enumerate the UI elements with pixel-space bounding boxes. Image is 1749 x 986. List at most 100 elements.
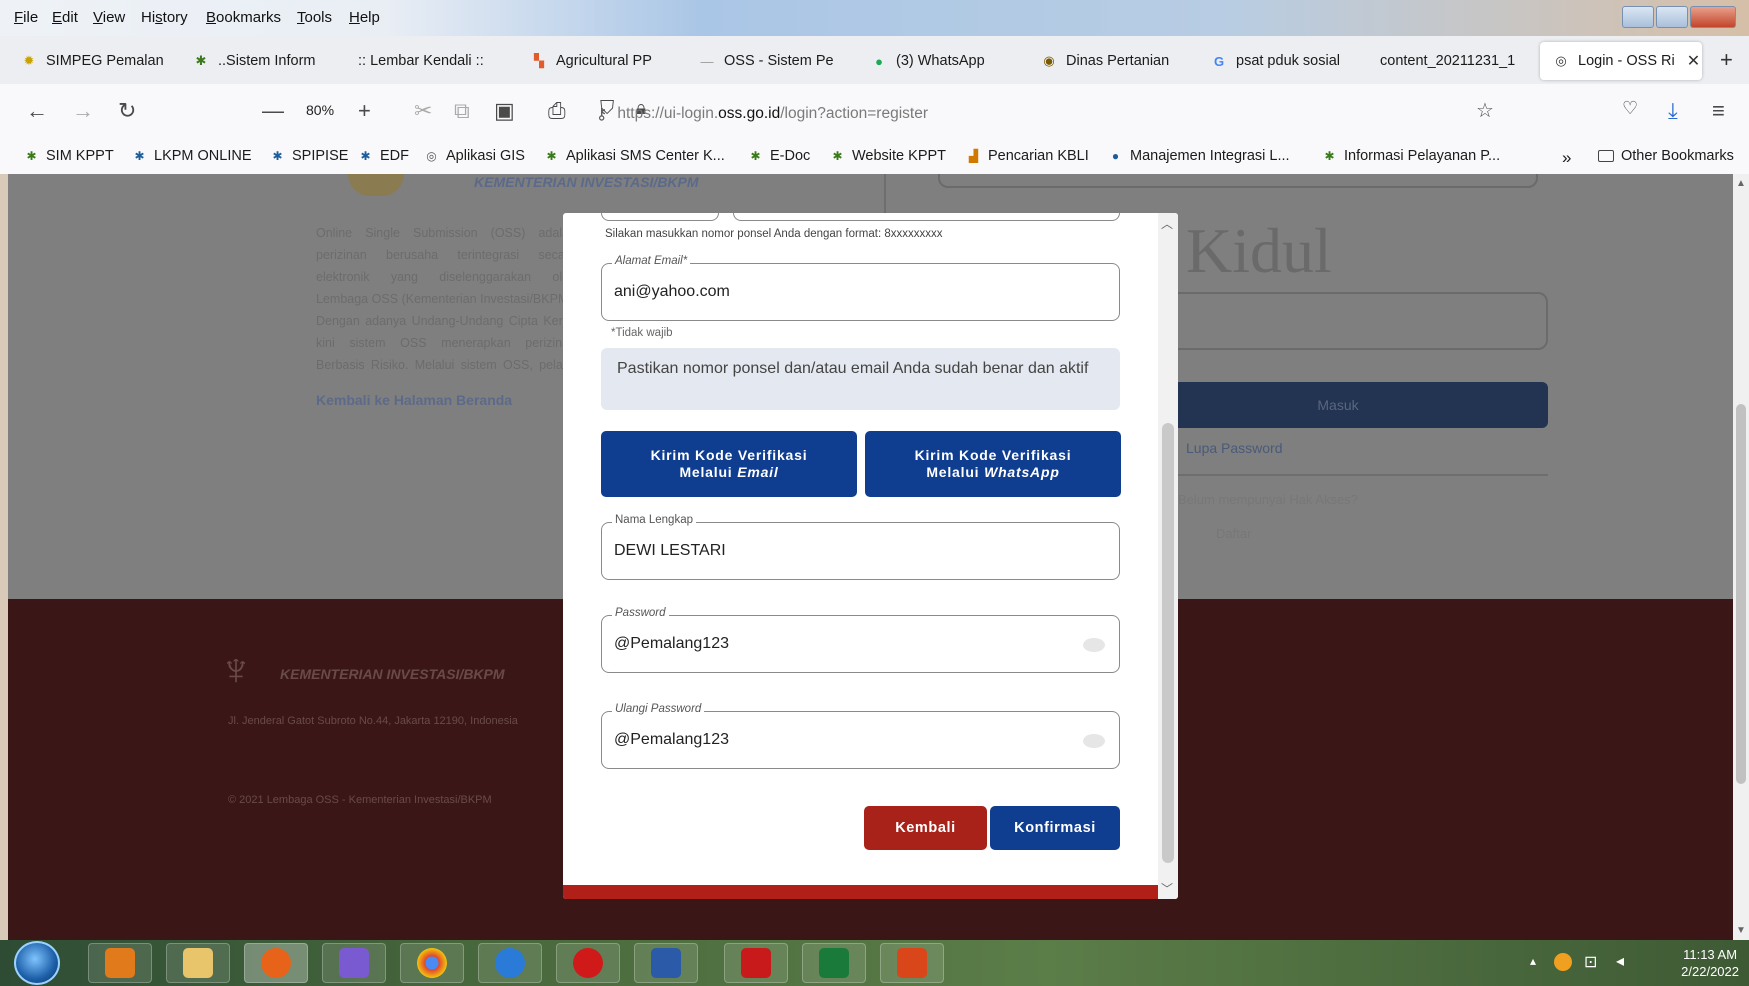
menu-icon[interactable]: ≡	[1712, 98, 1725, 124]
close-window-button[interactable]	[1690, 6, 1736, 28]
bookmark-aplikasi-gis[interactable]: ◎ Aplikasi GIS	[424, 148, 525, 164]
lupa-password-link[interactable]: Lupa Password	[1186, 440, 1283, 456]
taskbar-presentation[interactable]	[880, 943, 944, 983]
bookmark-informasi-pelayanan[interactable]: ✱ Informasi Pelayanan P...	[1322, 148, 1500, 164]
scrollbar-thumb[interactable]	[1736, 404, 1746, 784]
menu-view[interactable]: View	[93, 9, 125, 26]
modal-scrollbar[interactable]: ︿ ﹀	[1158, 213, 1178, 899]
login-input[interactable]	[1128, 292, 1548, 350]
bookmark-aplikasi-sms[interactable]: ✱ Aplikasi SMS Center K...	[544, 148, 724, 164]
download-icon[interactable]: ⤓	[1668, 98, 1678, 124]
tab-dinas-pertanian[interactable]: ◉ Dinas Pertanian	[1040, 42, 1180, 80]
scroll-down-icon[interactable]: ▼	[1736, 925, 1746, 936]
tab-simpeg[interactable]: ✹ SIMPEG Pemalan	[20, 42, 170, 80]
back-button[interactable]: Kembali	[864, 806, 987, 850]
tab-whatsapp[interactable]: ● (3) WhatsApp	[870, 42, 1010, 80]
chevron-up-icon[interactable]: ︿	[1161, 215, 1173, 232]
taskbar-word[interactable]	[634, 943, 698, 983]
menu-file[interactable]: File	[14, 9, 38, 26]
password-field[interactable]: Password @Pemalang123	[601, 607, 1120, 673]
page-scrollbar[interactable]: ▲ ▼	[1733, 174, 1749, 940]
tab-oss-sistem[interactable]: — OSS - Sistem Pe	[698, 42, 840, 80]
email-field[interactable]: Alamat Email* ani@yahoo.com	[601, 255, 1120, 321]
close-tab-icon[interactable]: ✕	[1687, 51, 1700, 71]
cut-icon[interactable]: ✂	[414, 98, 432, 124]
bookmark-manajemen-integrasi[interactable]: ● Manajemen Integrasi L...	[1108, 148, 1290, 164]
show-password-icon[interactable]	[1083, 734, 1105, 748]
bookmark-pencarian-kbli[interactable]: ▟ Pencarian KBLI	[966, 148, 1089, 164]
tab-login-oss-active[interactable]: ◎ Login - OSS Ri ✕	[1540, 42, 1702, 80]
send-code-whatsapp-button[interactable]: Kirim Kode Verifikasi Melalui WhatsApp	[865, 431, 1121, 497]
taskbar-chrome[interactable]	[400, 943, 464, 983]
taskbar-firefox[interactable]	[244, 943, 308, 983]
volume-icon[interactable]: ◂	[1616, 951, 1624, 971]
reload-icon[interactable]: ↻	[118, 98, 136, 124]
back-arrow-icon[interactable]: ←	[26, 98, 48, 124]
pocket-icon[interactable]: ♡	[1622, 98, 1638, 119]
firefox-icon	[261, 948, 291, 978]
taskbar-internet-explorer[interactable]	[478, 943, 542, 983]
phone-field-partial[interactable]	[601, 213, 719, 221]
zoom-out-icon[interactable]: —	[262, 98, 284, 124]
copy-icon[interactable]: ⧉	[454, 98, 470, 124]
globe-icon: ◎	[1555, 53, 1567, 68]
repeat-password-field[interactable]: Ulangi Password @Pemalang123	[601, 703, 1120, 769]
gear-logo-icon: ✹	[23, 53, 35, 68]
taskbar-media-player[interactable]	[88, 943, 152, 983]
bookmark-spipise[interactable]: ✱ SPIPISE	[270, 148, 348, 164]
maximize-button[interactable]	[1656, 6, 1688, 28]
send-code-email-button[interactable]: Kirim Kode Verifikasi Melalui Email	[601, 431, 857, 497]
network-icon[interactable]: ⊡	[1584, 952, 1597, 972]
menu-help[interactable]: Help	[349, 9, 380, 26]
tray-chevron-icon[interactable]: ▴	[1530, 954, 1536, 968]
chevron-more-icon[interactable]: »	[1562, 148, 1571, 168]
tray-app-icon[interactable]	[1554, 953, 1572, 971]
minimize-button[interactable]	[1622, 6, 1654, 28]
confirm-button[interactable]: Konfirmasi	[990, 806, 1120, 850]
back-to-home-link[interactable]: Kembali ke Halaman Beranda	[316, 392, 566, 408]
tab-agricultural[interactable]: ▚ Agricultural PP	[530, 42, 670, 80]
tab-lembar-kendali[interactable]: :: Lembar Kendali ::	[358, 42, 498, 80]
presentation-icon	[897, 948, 927, 978]
taskbar-opera[interactable]	[556, 943, 620, 983]
forward-arrow-icon[interactable]: →	[72, 98, 94, 124]
show-password-icon[interactable]	[1083, 638, 1105, 652]
menu-edit[interactable]: Edit	[52, 9, 78, 26]
zoom-level[interactable]: 80%	[306, 102, 334, 118]
tab-content[interactable]: content_20211231_1	[1380, 42, 1516, 80]
bookmark-website-kppt[interactable]: ✱ Website KPPT	[830, 148, 946, 164]
full-name-label: Nama Lengkap	[612, 514, 696, 526]
taskbar-pdf[interactable]	[724, 943, 788, 983]
full-name-field[interactable]: Nama Lengkap DEWI LESTARI	[601, 514, 1120, 580]
taskbar-excel[interactable]	[802, 943, 866, 983]
repeat-password-value: @Pemalang123	[614, 731, 729, 748]
masuk-button[interactable]: Masuk	[1128, 382, 1548, 428]
modal-scrollbar-thumb[interactable]	[1162, 423, 1174, 863]
bookmark-edf[interactable]: ✱ EDF	[358, 148, 409, 164]
start-button[interactable]	[14, 941, 60, 985]
chevron-down-icon[interactable]: ﹀	[1161, 880, 1173, 897]
taskbar-file-explorer[interactable]	[166, 943, 230, 983]
tab-google-search[interactable]: Gpsat pduk sosial	[1210, 42, 1350, 80]
paste-icon[interactable]: ▣	[494, 98, 515, 124]
other-bookmarks[interactable]: Other Bookmarks	[1598, 148, 1734, 164]
tab-sistem-informasi[interactable]: ✱ ..Sistem Inform	[192, 42, 332, 80]
phone-number-field-partial[interactable]	[733, 213, 1120, 221]
bookmark-lkpm-online[interactable]: ✱ LKPM ONLINE	[132, 148, 251, 164]
bookmark-sim-kppt[interactable]: ✱ SIM KPPT	[24, 148, 113, 164]
system-clock[interactable]: 11:13 AM 2/22/2022	[1681, 946, 1739, 980]
scroll-up-icon[interactable]: ▲	[1736, 178, 1746, 189]
new-tab-icon[interactable]: +	[1720, 47, 1733, 73]
print-icon[interactable]: ⎙	[548, 98, 566, 124]
excel-icon	[819, 948, 849, 978]
menu-history[interactable]: History	[141, 9, 188, 26]
daftar-link[interactable]: Daftar	[1216, 526, 1251, 541]
menu-tools[interactable]: Tools	[297, 9, 332, 26]
button-text-emphasis: WhatsApp	[984, 464, 1060, 480]
url-bar[interactable]: ⚷ https://ui-login. oss.go.id/login?actio…	[596, 98, 1500, 130]
bookmark-e-doc[interactable]: ✱ E-Doc	[748, 148, 810, 164]
menu-bookmarks[interactable]: Bookmarks	[206, 9, 281, 26]
zoom-in-icon[interactable]: +	[358, 98, 371, 124]
taskbar-mail[interactable]	[322, 943, 386, 983]
chrome-icon	[417, 948, 447, 978]
